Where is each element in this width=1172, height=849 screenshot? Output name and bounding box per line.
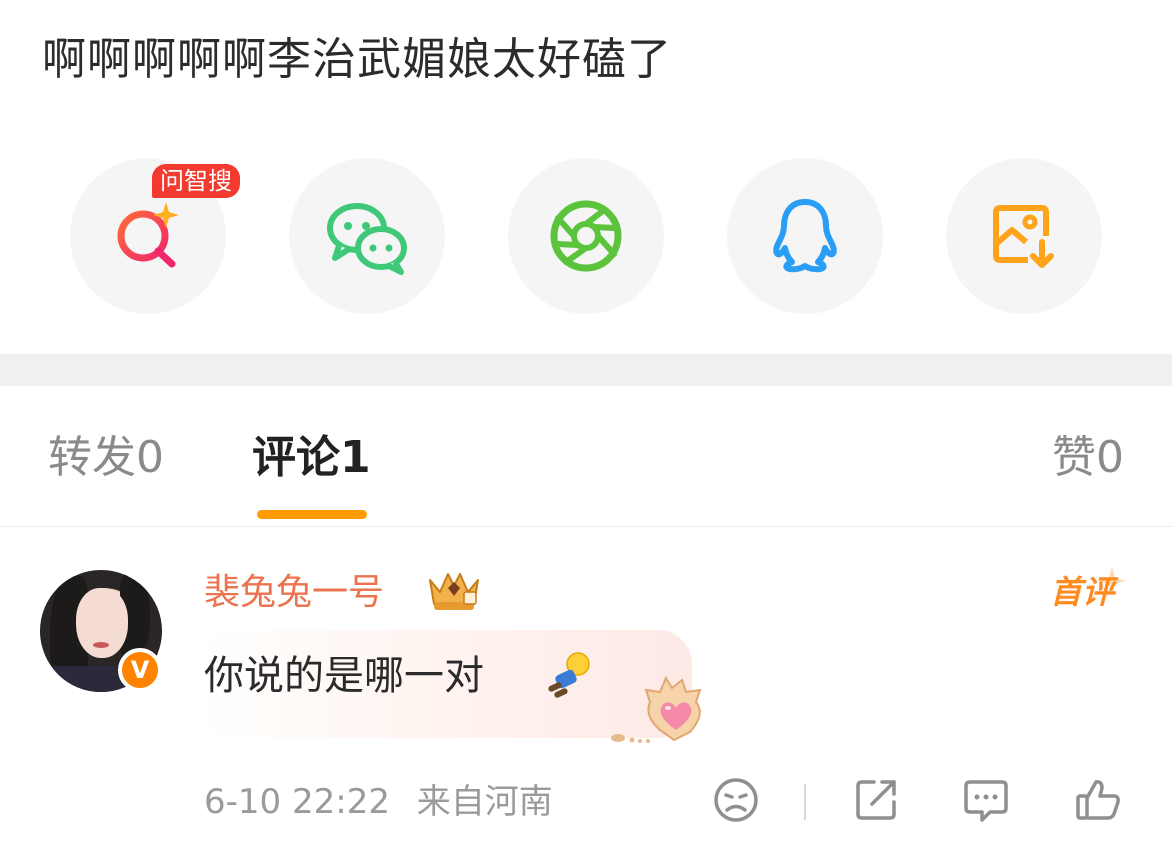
verified-badge: V	[118, 648, 162, 692]
save-image-icon	[993, 205, 1054, 268]
tab-comment-count: 1	[340, 432, 371, 483]
weibo-post-detail: 啊啊啊啊啊李治武媚娘太好磕了 问智搜 转发0 评论1 赞0 V 裴兔兔一号 首评…	[0, 0, 1172, 849]
ai-search-badge: 问智搜	[152, 164, 240, 198]
reply-comment-icon[interactable]	[962, 776, 1010, 824]
doge-emoji-icon	[548, 652, 590, 698]
tab-comment-label: 评论	[252, 432, 340, 483]
active-tab-indicator	[257, 510, 367, 519]
comment-time: 6-10 22:22	[204, 782, 390, 822]
interaction-tabs: 转发0 评论1 赞0	[0, 386, 1172, 526]
section-divider	[0, 354, 1172, 386]
tab-repost[interactable]: 转发0	[48, 430, 164, 486]
tab-like[interactable]: 赞0	[1052, 430, 1124, 486]
like-thumb-icon[interactable]	[1074, 776, 1122, 824]
tab-repost-label: 转发	[48, 432, 136, 483]
comment-meta: 6-10 22:22 来自河南	[204, 778, 553, 826]
wechat-icon	[327, 203, 407, 275]
action-separator	[804, 784, 806, 820]
moments-share-button[interactable]	[508, 158, 664, 314]
tab-like-count: 0	[1096, 432, 1124, 483]
tab-like-label: 赞	[1052, 432, 1096, 483]
comment-username[interactable]: 裴兔兔一号	[204, 568, 384, 618]
heart-decoration-icon	[611, 675, 702, 743]
comment-text: 你说的是哪一对	[204, 653, 484, 699]
post-text: 啊啊啊啊啊李治武媚娘太好磕了	[42, 34, 672, 85]
save-image-share-button[interactable]	[946, 158, 1102, 314]
tab-comment[interactable]: 评论1	[252, 430, 371, 486]
qq-icon	[773, 199, 837, 273]
comment-location: 来自河南	[416, 782, 553, 822]
share-row: 问智搜	[0, 158, 1172, 318]
wechat-share-button[interactable]	[289, 158, 445, 314]
first-comment-label: 首评	[1049, 573, 1114, 611]
ai-search-icon	[117, 202, 179, 268]
wechat-moments-icon	[550, 200, 622, 272]
tab-repost-count: 0	[136, 432, 164, 483]
share-icon[interactable]	[852, 776, 900, 824]
qq-share-button[interactable]	[727, 158, 883, 314]
tabs-divider	[0, 526, 1172, 527]
frown-face-icon[interactable]	[712, 776, 760, 824]
crown-badge-icon[interactable]	[424, 564, 484, 614]
